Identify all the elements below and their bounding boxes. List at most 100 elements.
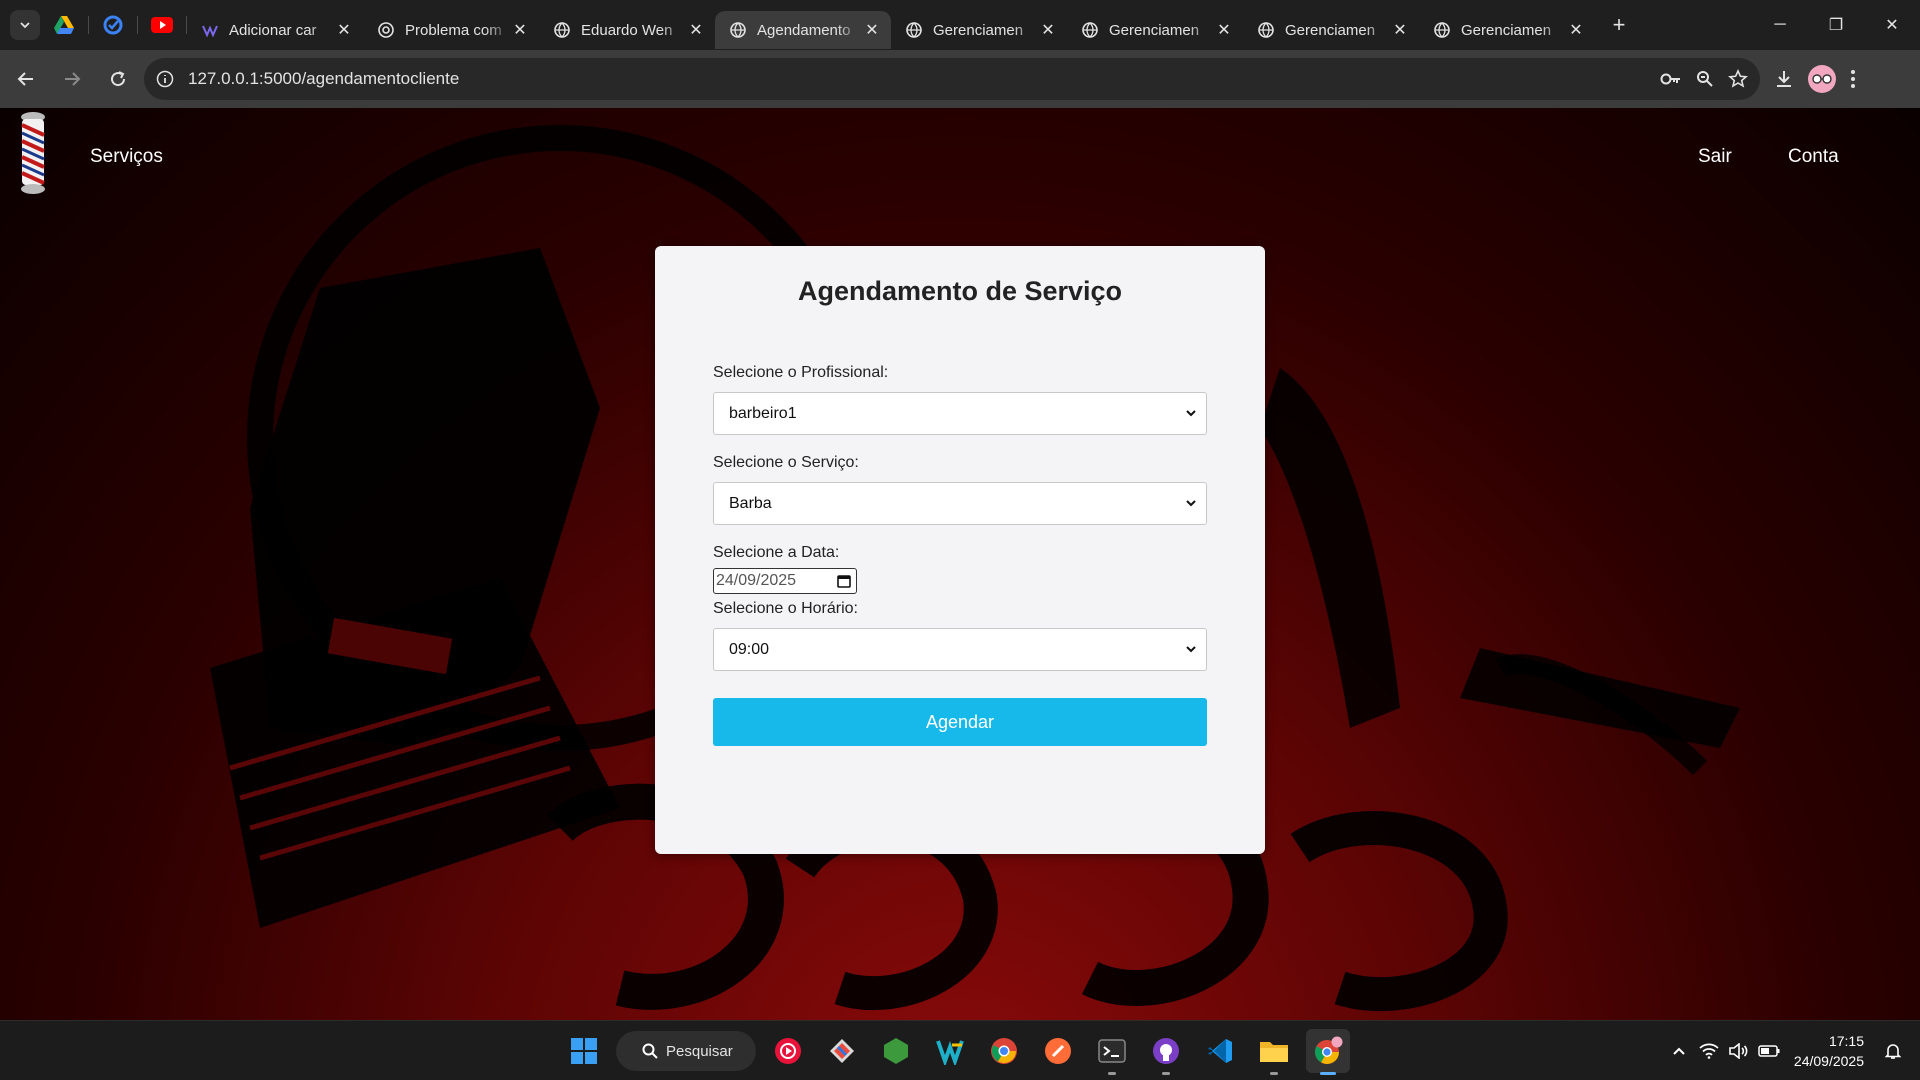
time-select[interactable]: 09:00 bbox=[713, 628, 1207, 671]
tab-title: Problema com bbox=[405, 21, 502, 39]
tab-title: Gerenciamen bbox=[933, 21, 1024, 39]
start-button[interactable] bbox=[562, 1029, 606, 1073]
professional-selected-value: barbeiro1 bbox=[729, 404, 797, 422]
tab-title: Adicionar car bbox=[229, 21, 317, 39]
professional-label: Selecione o Profissional: bbox=[713, 364, 889, 381]
speaker-icon[interactable] bbox=[1724, 1043, 1754, 1059]
submit-booking-button[interactable]: Agendar bbox=[713, 698, 1207, 746]
taskbar-app-music[interactable] bbox=[766, 1029, 810, 1073]
taskbar-clock[interactable]: 17:15 24/09/2025 bbox=[1794, 1031, 1864, 1071]
reload-button[interactable] bbox=[98, 59, 138, 99]
globe-icon bbox=[729, 21, 747, 39]
close-icon[interactable]: ✕ bbox=[511, 21, 529, 39]
minimize-icon[interactable]: ─ bbox=[1752, 0, 1808, 50]
browser-tab[interactable]: Gerenciamen ✕ bbox=[1419, 11, 1595, 49]
pinned-tab-youtube[interactable] bbox=[138, 8, 186, 42]
close-icon[interactable]: ✕ bbox=[1391, 21, 1409, 39]
taskbar-search[interactable]: Pesquisar bbox=[616, 1031, 756, 1071]
key-icon[interactable] bbox=[1660, 72, 1682, 86]
restore-icon[interactable]: ❐ bbox=[1808, 0, 1864, 50]
date-input[interactable]: 24/09/2025 bbox=[713, 568, 857, 594]
running-indicator bbox=[1108, 1072, 1116, 1075]
star-icon[interactable] bbox=[1728, 69, 1748, 89]
browser-tab[interactable]: Adicionar car ✕ bbox=[187, 11, 363, 49]
barber-pole-icon[interactable] bbox=[18, 111, 48, 195]
canva-icon bbox=[201, 21, 219, 39]
notification-bell-icon[interactable] bbox=[1878, 1042, 1908, 1060]
taskbar-app-explorer[interactable] bbox=[1252, 1029, 1296, 1075]
system-tray: 17:15 24/09/2025 bbox=[1664, 1021, 1920, 1080]
browser-tab[interactable]: Problema com ✕ bbox=[363, 11, 539, 49]
chevron-up-icon[interactable] bbox=[1664, 1046, 1694, 1056]
tab-title: Eduardo Wen bbox=[581, 21, 673, 39]
nav-link-logout[interactable]: Sair bbox=[1698, 146, 1732, 168]
clock-time: 17:15 bbox=[1828, 1033, 1864, 1049]
chevron-down-icon bbox=[20, 22, 30, 29]
taskbar-app-chrome-profile[interactable] bbox=[1306, 1029, 1350, 1075]
taskbar-app-node[interactable] bbox=[874, 1029, 918, 1073]
taskbar-app-chrome[interactable] bbox=[982, 1029, 1026, 1073]
service-select[interactable]: Barba bbox=[713, 482, 1207, 525]
taskbar-app-git[interactable] bbox=[820, 1029, 864, 1073]
glasses-icon bbox=[1812, 74, 1832, 84]
booking-form-card: Agendamento de Serviço Selecione o Profi… bbox=[655, 246, 1265, 854]
date-value: 24/09/2025 bbox=[716, 572, 797, 589]
close-icon[interactable]: ✕ bbox=[1039, 21, 1057, 39]
postman-icon bbox=[1045, 1038, 1071, 1064]
professional-select[interactable]: barbeiro1 bbox=[713, 392, 1207, 435]
browser-tab-active[interactable]: Agendamento ✕ bbox=[715, 11, 891, 49]
new-tab-button[interactable]: + bbox=[1603, 9, 1635, 41]
windows-icon bbox=[571, 1038, 597, 1064]
search-label: Pesquisar bbox=[666, 1042, 733, 1060]
browser-tab[interactable]: Gerenciamen ✕ bbox=[1067, 11, 1243, 49]
time-selected-value: 09:00 bbox=[729, 640, 770, 658]
chevron-down-icon bbox=[1186, 410, 1196, 417]
zoom-icon[interactable] bbox=[1696, 70, 1714, 88]
taskbar-app-vs[interactable] bbox=[928, 1029, 972, 1073]
close-icon[interactable]: ✕ bbox=[863, 21, 881, 39]
nav-link-account[interactable]: Conta bbox=[1788, 146, 1839, 168]
chatgpt-icon bbox=[377, 21, 395, 39]
pinned-tab-check[interactable] bbox=[89, 8, 137, 42]
forward-button[interactable] bbox=[52, 59, 92, 99]
taskbar-app-terminal[interactable] bbox=[1090, 1029, 1134, 1075]
page-viewport: Serviços Sair Conta Agendamento de Servi… bbox=[0, 108, 1920, 1020]
close-icon[interactable]: ✕ bbox=[1567, 21, 1585, 39]
download-icon[interactable] bbox=[1774, 69, 1794, 89]
back-button[interactable] bbox=[6, 59, 46, 99]
taskbar-app-vscode[interactable] bbox=[1198, 1029, 1242, 1073]
tab-search-button[interactable] bbox=[10, 10, 40, 40]
url-text[interactable]: 127.0.0.1:5000/agendamentocliente bbox=[188, 69, 1660, 89]
running-indicator bbox=[1320, 1072, 1336, 1075]
running-indicator bbox=[1162, 1072, 1170, 1075]
browser-tab[interactable]: Gerenciamen ✕ bbox=[891, 11, 1067, 49]
close-icon[interactable]: ✕ bbox=[1215, 21, 1233, 39]
chrome-profile-icon bbox=[1314, 1036, 1343, 1065]
battery-icon[interactable] bbox=[1754, 1045, 1784, 1057]
taskbar-app-postman[interactable] bbox=[1036, 1029, 1080, 1073]
pinned-tab-drive[interactable] bbox=[40, 8, 88, 42]
folder-icon bbox=[1260, 1042, 1288, 1062]
terminal-icon bbox=[1098, 1039, 1126, 1063]
browser-tab[interactable]: Eduardo Wen ✕ bbox=[539, 11, 715, 49]
browser-toolbar: 127.0.0.1:5000/agendamentocliente bbox=[0, 50, 1920, 108]
site-info-icon[interactable] bbox=[156, 70, 174, 88]
calendar-icon[interactable] bbox=[837, 574, 851, 588]
nav-link-services[interactable]: Serviços bbox=[90, 146, 163, 168]
date-label: Selecione a Data: bbox=[713, 544, 840, 561]
address-bar[interactable]: 127.0.0.1:5000/agendamentocliente bbox=[144, 58, 1760, 100]
close-icon[interactable]: ✕ bbox=[687, 21, 705, 39]
close-window-icon[interactable]: ✕ bbox=[1864, 0, 1920, 50]
search-icon bbox=[642, 1043, 658, 1059]
wifi-icon[interactable] bbox=[1694, 1043, 1724, 1059]
taskbar-app-github[interactable] bbox=[1144, 1029, 1188, 1075]
profile-avatar[interactable] bbox=[1808, 65, 1836, 93]
browser-tab[interactable]: Gerenciamen ✕ bbox=[1243, 11, 1419, 49]
close-icon[interactable]: ✕ bbox=[335, 21, 353, 39]
more-options-icon[interactable] bbox=[1850, 69, 1856, 89]
os-taskbar: Pesquisar 17:15 24/09/2025 bbox=[0, 1020, 1920, 1080]
form-title: Agendamento de Serviço bbox=[797, 276, 1123, 306]
blue-check-icon bbox=[103, 15, 123, 35]
globe-icon bbox=[905, 21, 923, 39]
globe-icon bbox=[1081, 21, 1099, 39]
